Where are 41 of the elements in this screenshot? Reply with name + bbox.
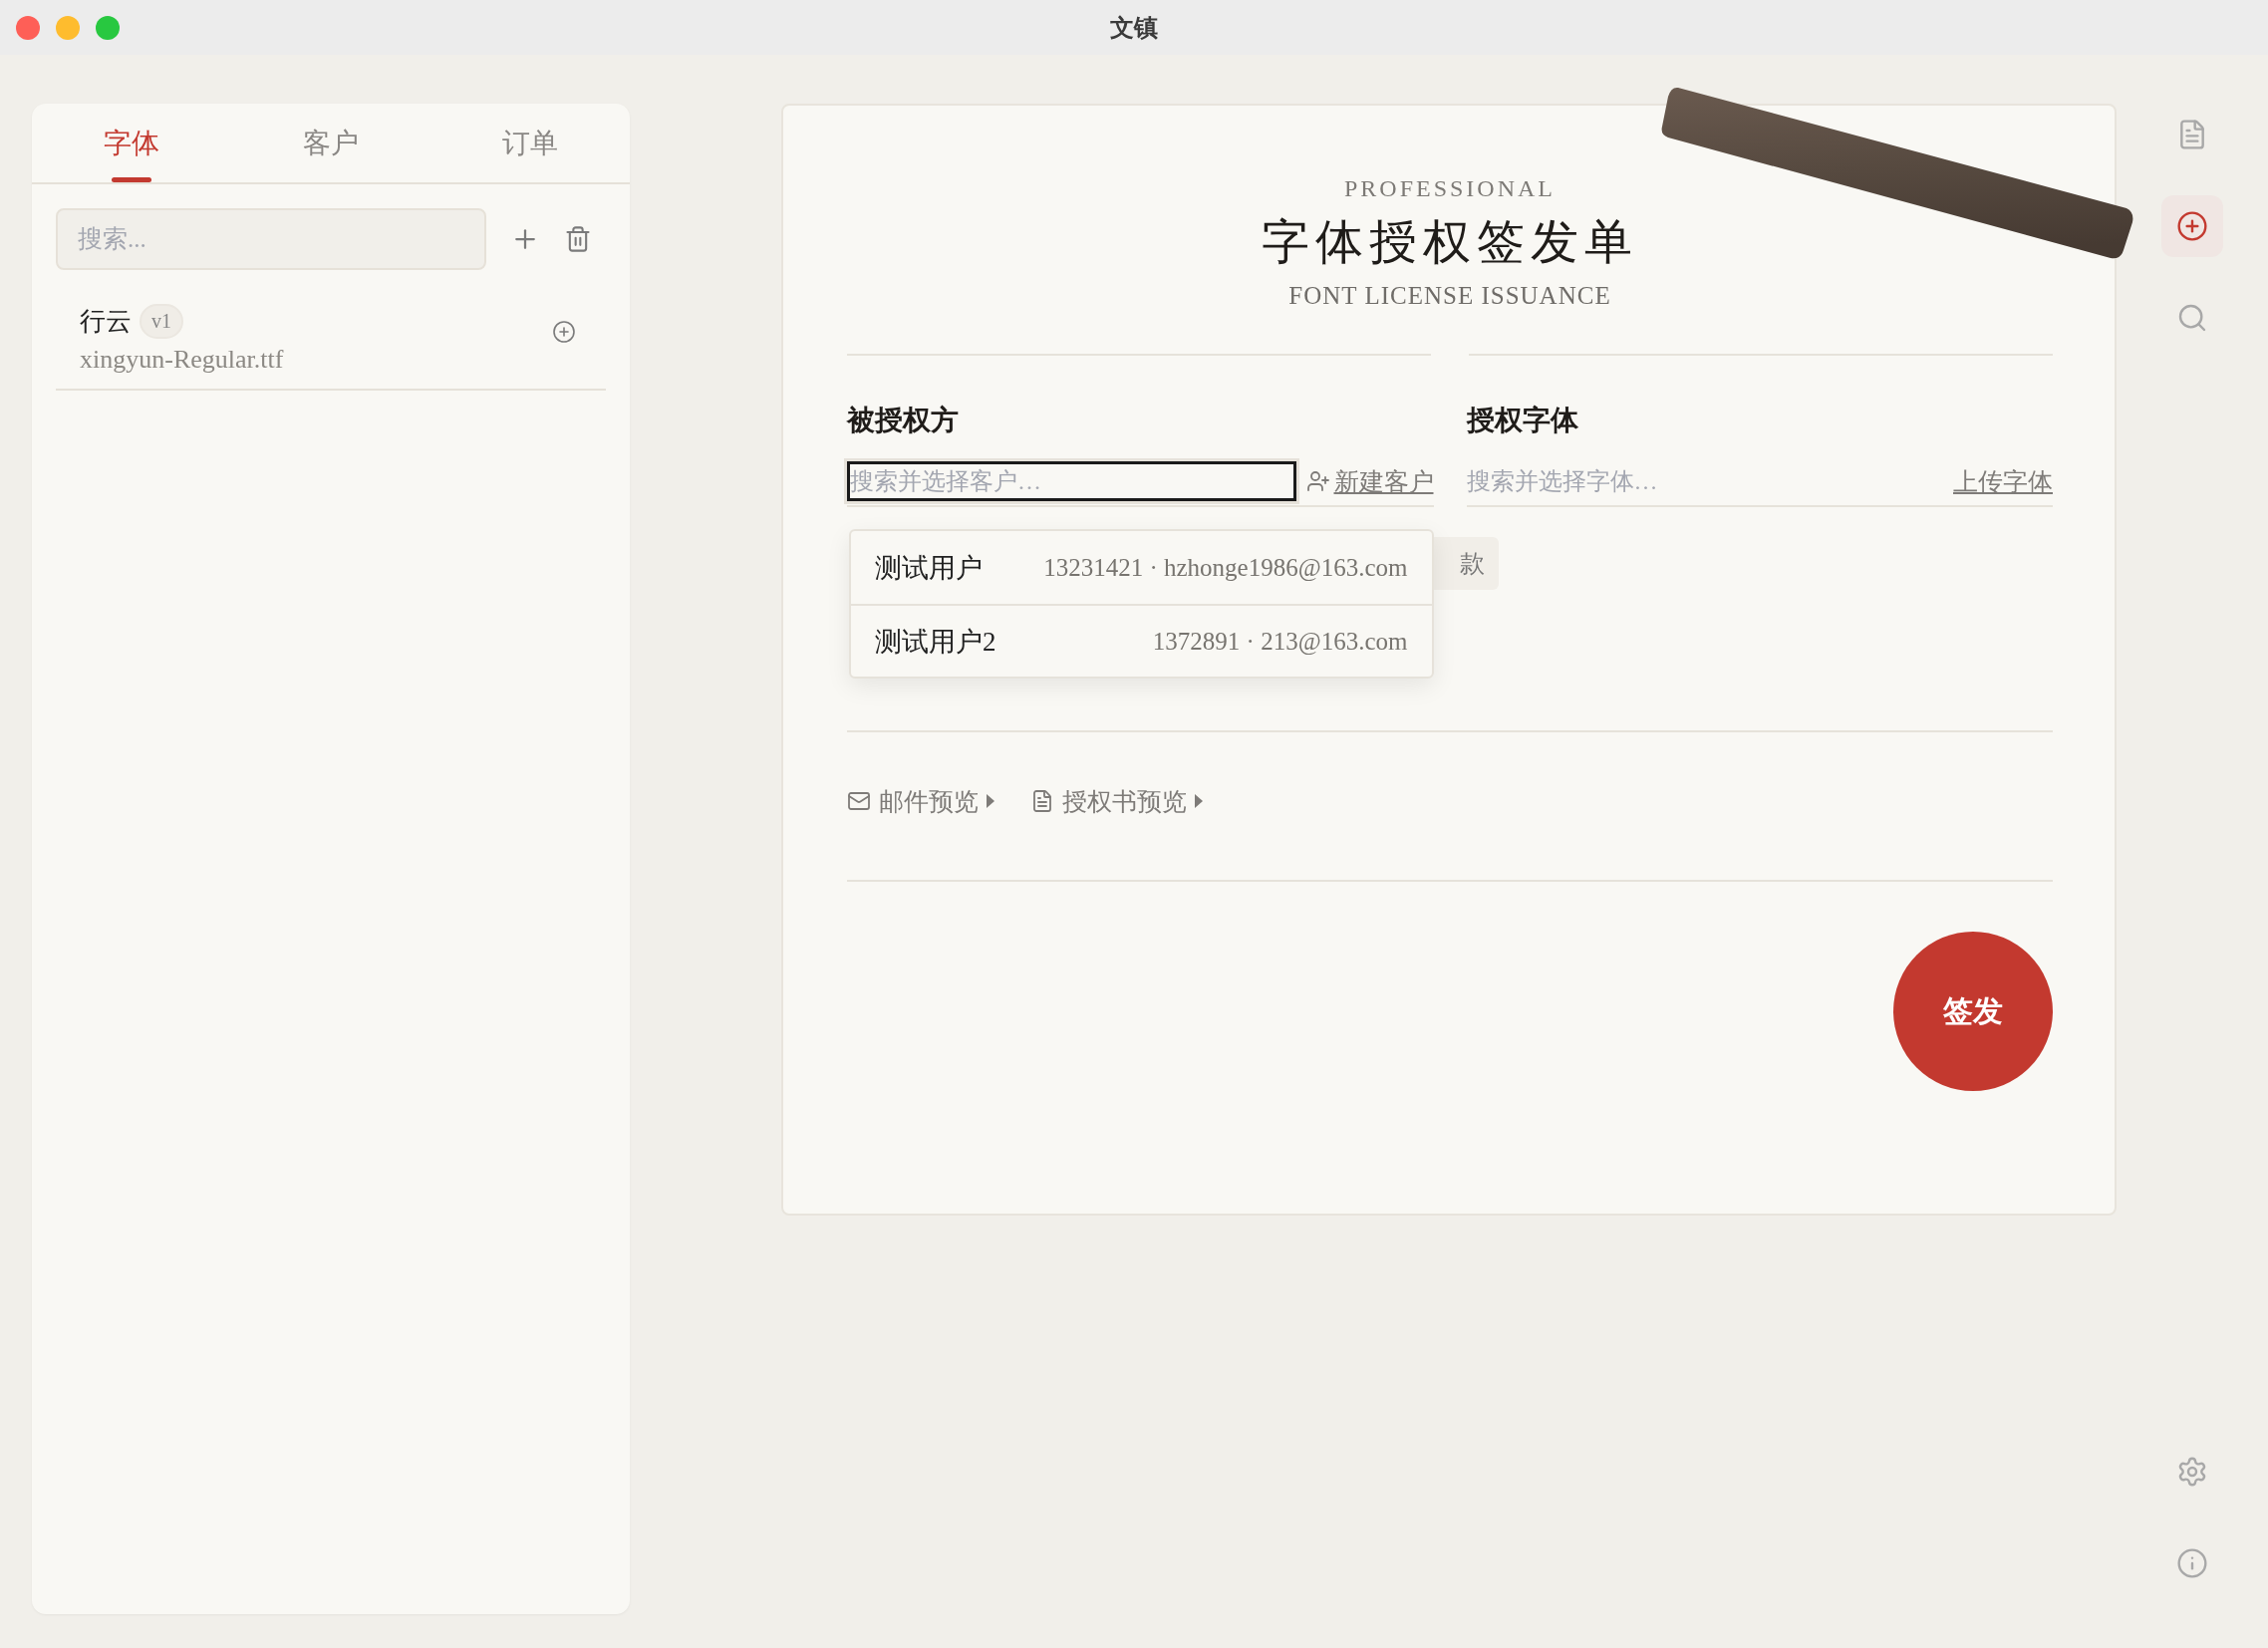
search-icon <box>2176 302 2208 334</box>
customer-name: 测试用户2 <box>875 625 996 659</box>
certificate-preview-link[interactable]: 授权书预览 <box>1030 784 1203 818</box>
customer-search-field[interactable]: 搜索并选择客户… <box>847 461 1296 501</box>
add-circle-icon <box>2176 210 2208 242</box>
info-icon <box>2176 1547 2208 1579</box>
upload-font-link[interactable]: 上传字体 <box>1953 464 2053 498</box>
issue-button[interactable]: 签发 <box>1893 932 2053 1091</box>
field-label: 被授权方 <box>847 404 960 437</box>
customer-detail: 13231421 · hzhonge1986@163.com <box>1043 553 1408 582</box>
customer-detail: 1372891 · 213@163.com <box>1152 627 1408 656</box>
font-name: 行云 <box>80 306 132 338</box>
caret-icon <box>1195 794 1203 808</box>
font-list-item[interactable]: 行云 v1 xingyun-Regular.ttf <box>56 304 606 391</box>
search-field[interactable]: 搜索... <box>56 208 486 270</box>
new-customer-link[interactable]: 新建客户 <box>1305 464 1434 498</box>
customer-name: 测试用户 <box>875 551 983 585</box>
font-search-field[interactable]: 搜索并选择字体… <box>1466 461 1865 501</box>
caret-icon <box>987 794 994 808</box>
settings-icon <box>2176 1456 2208 1488</box>
window-title: 文镇 <box>1110 12 1158 44</box>
email-preview-link[interactable]: 邮件预览 <box>847 784 994 818</box>
user-plus-icon <box>1305 469 1330 493</box>
minimize-button[interactable] <box>56 16 80 40</box>
form-title: 字体授权签发单 <box>1261 214 1639 270</box>
add-circle-button[interactable] <box>2161 195 2223 257</box>
zoom-button[interactable] <box>96 16 120 40</box>
form-subtitle: FONT LICENSE ISSUANCE <box>1287 282 1612 310</box>
field-label: 授权字体 <box>1466 404 1579 437</box>
version-badge: v1 <box>140 304 183 339</box>
suggestion-item[interactable]: 测试用户2 1372891 · 213@163.com <box>851 604 1432 677</box>
sidebar-tab[interactable]: 字体 <box>32 104 231 182</box>
eyebrow-text: PROFESSIONAL <box>1342 175 1557 202</box>
delete-button[interactable] <box>564 225 592 253</box>
sidebar-tab[interactable]: 订单 <box>430 104 630 182</box>
mail-icon <box>847 789 871 813</box>
close-button[interactable] <box>16 16 40 40</box>
sidebar-tab[interactable]: 客户 <box>231 104 430 182</box>
font-file-name: xingyun-Regular.ttf <box>80 345 284 375</box>
document-icon <box>1030 789 1054 813</box>
add-circle-icon[interactable] <box>552 319 576 344</box>
